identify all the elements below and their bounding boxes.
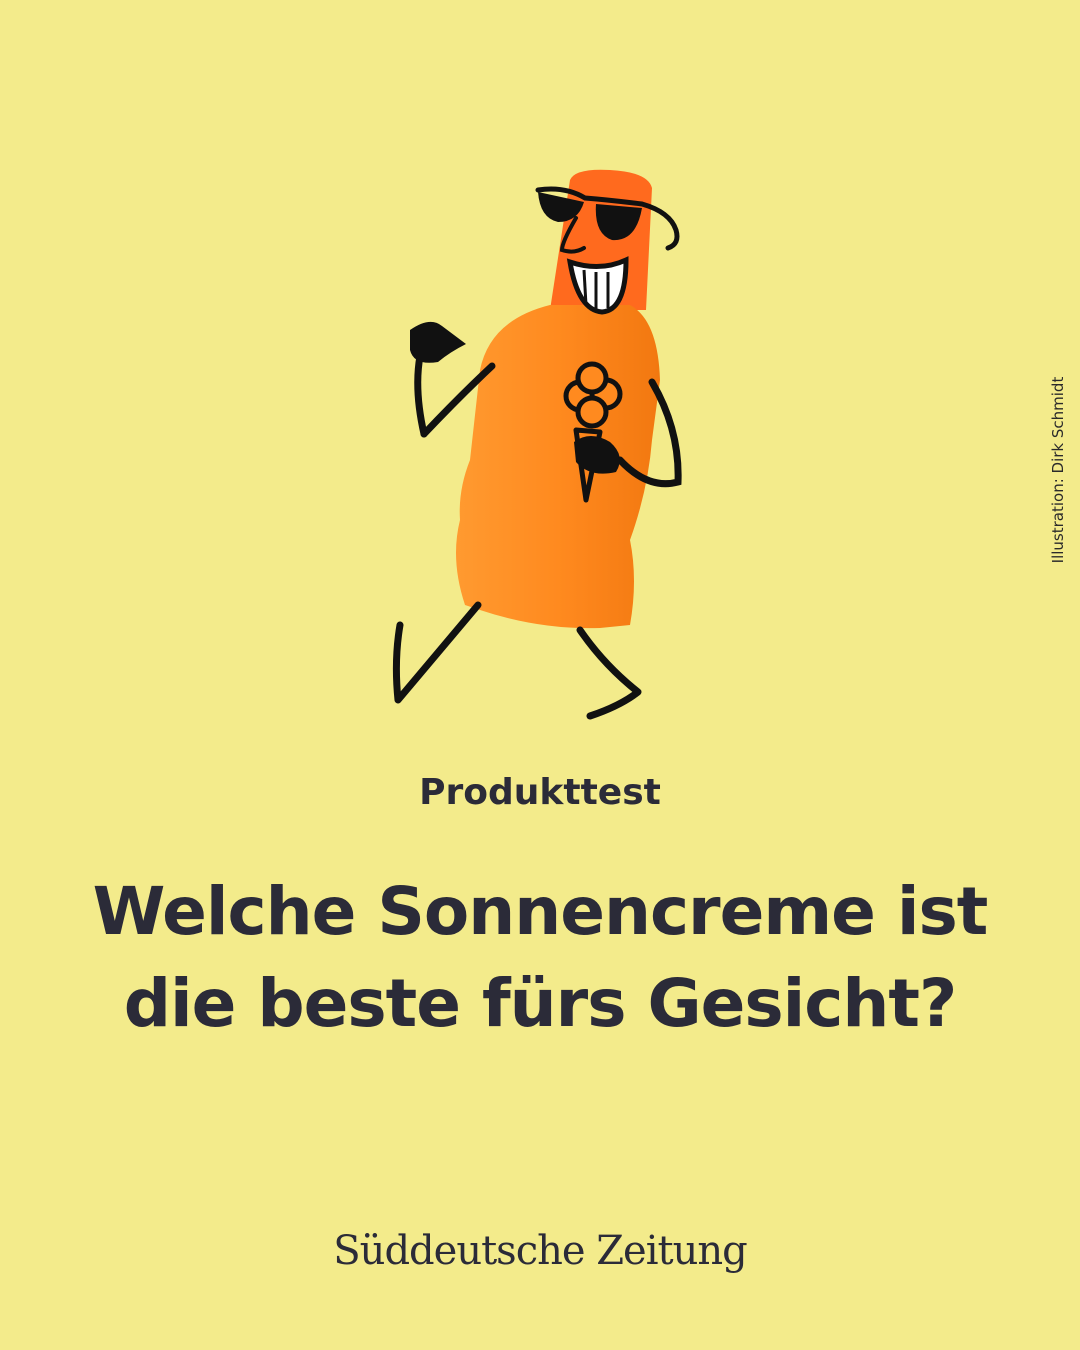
sunscreen-bottle-illustration bbox=[380, 160, 700, 740]
sunscreen-bottle-icon bbox=[392, 169, 682, 720]
publisher-logo: Süddeutsche Zeitung bbox=[333, 1228, 747, 1274]
headline-line-2: die beste fürs Gesicht? bbox=[123, 965, 958, 1042]
headline-line-1: Welche Sonnencreme ist bbox=[92, 873, 989, 950]
article-kicker: Produkttest bbox=[419, 772, 661, 813]
article-headline: Welche Sonnencreme ist die beste fürs Ge… bbox=[60, 866, 1020, 1050]
illustration-credit: Illustration: Dirk Schmidt bbox=[1049, 376, 1067, 564]
